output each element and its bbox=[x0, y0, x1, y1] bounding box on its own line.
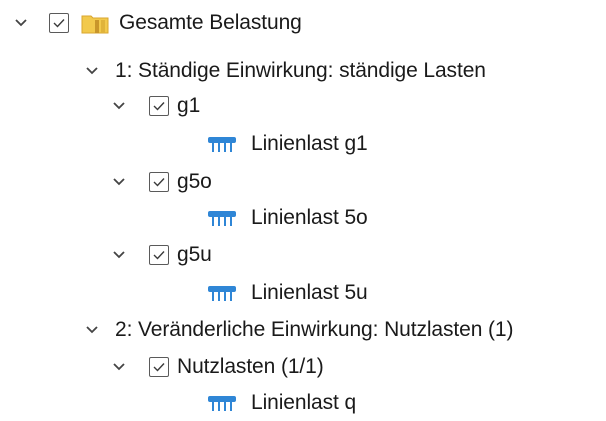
chevron-down-icon[interactable] bbox=[81, 60, 103, 82]
load-tree: Gesamte Belastung 1: Ständige Einwirkung… bbox=[0, 0, 606, 419]
checkbox-g5o[interactable] bbox=[149, 171, 169, 192]
tree-node-label: 2: Veränderliche Einwirkung: Nutzlasten … bbox=[115, 318, 514, 341]
checkbox-g1[interactable] bbox=[149, 95, 169, 116]
chevron-down-icon[interactable] bbox=[108, 95, 130, 117]
chevron-down-icon[interactable] bbox=[108, 244, 130, 266]
folder-icon bbox=[81, 12, 109, 34]
tree-node-g5u[interactable]: g5u bbox=[108, 236, 212, 273]
tree-node-label: 1: Ständige Einwirkung: ständige Lasten bbox=[115, 59, 486, 82]
chevron-down-icon[interactable] bbox=[108, 356, 130, 378]
checkbox-g5u[interactable] bbox=[149, 244, 169, 265]
tree-node-label: g5u bbox=[177, 243, 212, 266]
tree-node-label: g1 bbox=[177, 94, 201, 117]
tree-leaf-linienlast-5o[interactable]: Linienlast 5o bbox=[207, 199, 368, 236]
tree-leaf-label: Linienlast 5o bbox=[251, 206, 368, 229]
tree-node-g1[interactable]: g1 bbox=[108, 87, 200, 124]
tree-leaf-linienlast-g1[interactable]: Linienlast g1 bbox=[207, 125, 368, 162]
checkbox-nutzlasten[interactable] bbox=[149, 356, 169, 377]
checkbox-root[interactable] bbox=[49, 12, 69, 33]
tree-leaf-label: Linienlast q bbox=[251, 391, 357, 414]
tree-node-label: g5o bbox=[177, 170, 212, 193]
line-load-icon bbox=[207, 135, 237, 153]
tree-leaf-linienlast-5u[interactable]: Linienlast 5u bbox=[207, 274, 368, 311]
line-load-icon bbox=[207, 284, 237, 302]
tree-node-root[interactable]: Gesamte Belastung bbox=[10, 4, 302, 41]
tree-node-label: Nutzlasten (1/1) bbox=[177, 355, 324, 378]
tree-leaf-label: Linienlast g1 bbox=[251, 132, 368, 155]
tree-node-nutzlasten[interactable]: Nutzlasten (1/1) bbox=[108, 348, 324, 385]
chevron-down-icon[interactable] bbox=[10, 12, 32, 34]
tree-node-group-1[interactable]: 1: Ständige Einwirkung: ständige Lasten bbox=[81, 52, 486, 89]
tree-node-g5o[interactable]: g5o bbox=[108, 163, 212, 200]
tree-node-group-2[interactable]: 2: Veränderliche Einwirkung: Nutzlasten … bbox=[81, 311, 514, 348]
tree-leaf-linienlast-q[interactable]: Linienlast q bbox=[207, 384, 356, 421]
tree-leaf-label: Linienlast 5u bbox=[251, 281, 368, 304]
chevron-down-icon[interactable] bbox=[81, 319, 103, 341]
tree-node-label: Gesamte Belastung bbox=[119, 11, 302, 34]
line-load-icon bbox=[207, 209, 237, 227]
line-load-icon bbox=[207, 394, 237, 412]
chevron-down-icon[interactable] bbox=[108, 171, 130, 193]
